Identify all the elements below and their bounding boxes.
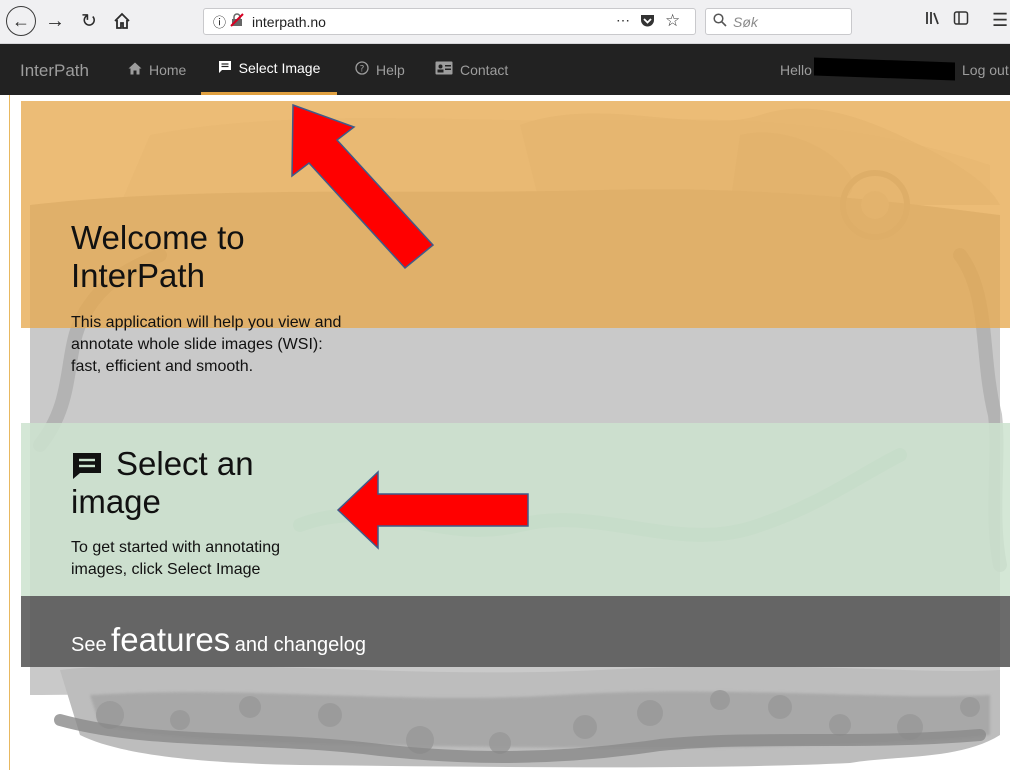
annotation-arrows bbox=[291, 103, 529, 550]
annotation-arrow-up bbox=[291, 103, 435, 270]
annotation-arrow-left bbox=[336, 470, 529, 550]
